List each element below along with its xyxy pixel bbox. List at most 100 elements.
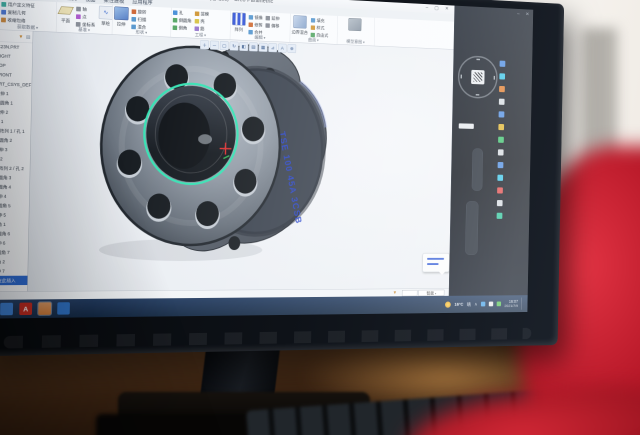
taskbar-app-icon[interactable] (57, 302, 70, 314)
status-filter-icon[interactable]: ▼ (393, 290, 397, 295)
tree-item[interactable]: 阵列 2 / 孔 2 (0, 163, 30, 173)
taskbar-apps: A (0, 302, 70, 315)
graphics-toolbar-icon[interactable]: － (210, 41, 219, 50)
group-get-data: 用户定义特征 复制几何 收缩包络 获取数据 (0, 0, 57, 32)
dock-tool-icon[interactable] (499, 111, 505, 117)
sketch-icon: ∿ (98, 6, 112, 20)
tree-item[interactable]: 拉伸 6 (0, 238, 28, 247)
group-engineering: 孔 倒圆角 倒角 拔模 壳 筋 工程 (170, 8, 230, 40)
offset-button[interactable]: 偏移 (265, 22, 279, 29)
dock-tool-icon[interactable] (497, 213, 503, 219)
datum-plane-button[interactable]: 平面 (58, 4, 73, 24)
graphics-toolbar-icon[interactable]: ▤ (249, 42, 258, 51)
dock-tool-icon[interactable] (498, 149, 504, 155)
dock-close-button[interactable]: ✕ (526, 12, 530, 17)
tree-item[interactable]: 拉伸 7 (0, 266, 28, 276)
tree-item[interactable]: 倒角 1 (0, 220, 29, 230)
graphics-toolbar-icon[interactable]: A (278, 44, 287, 53)
tree-item[interactable]: 拉伸 3 (0, 144, 30, 154)
dock-tool-icon[interactable] (499, 99, 505, 105)
group-model-intent: 模型意图 (337, 16, 375, 46)
dock-tool-icon[interactable] (500, 61, 506, 67)
dock-tool-icon[interactable] (497, 175, 503, 181)
udf-button[interactable]: 用户定义特征 (1, 1, 35, 9)
photo-of-workstation: 4SC23N (活动的) - Creo Parametric – ▢ ✕ (0, 0, 640, 435)
datum-point-button[interactable]: 点 (76, 13, 96, 20)
system-tray: 16°C 晴 ∧ 16:07 2021/7/9 (445, 295, 524, 313)
dock-label-chip (459, 123, 474, 129)
taskbar-app-icon[interactable] (0, 303, 13, 316)
dock-tool-icon[interactable] (497, 187, 503, 193)
tree-item[interactable]: ◆ 在此插入 (0, 276, 27, 286)
minimize-button[interactable]: – (426, 5, 429, 10)
tray-expand-icon[interactable]: ∧ (474, 301, 477, 306)
datum-axis-button[interactable]: 轴 (76, 6, 96, 13)
hole-button[interactable]: 孔 (173, 9, 192, 16)
extrude-button[interactable]: 拉伸 (114, 6, 129, 27)
trim-button[interactable]: 修剪 (249, 21, 263, 28)
3d-model-viewport[interactable]: TSE 100 45A 3CSB (27, 31, 453, 291)
weather-temperature[interactable]: 16°C (454, 302, 463, 307)
copy-geometry-button[interactable]: 复制几何 (1, 9, 35, 17)
dock-tool-icon[interactable] (498, 162, 504, 168)
revolve-button[interactable]: 旋转 (132, 8, 147, 15)
maximize-button[interactable]: ▢ (434, 6, 438, 11)
sketch-button[interactable]: ∿草绘 (98, 6, 113, 27)
tree-item[interactable]: 倒圆角 3 (0, 173, 30, 183)
tree-item[interactable]: 孔 2 (0, 154, 30, 164)
taskbar-app-icon[interactable] (38, 302, 51, 315)
tree-item[interactable]: 拉伸 4 (0, 191, 29, 201)
tree-item[interactable]: 倒圆角 2 (0, 135, 30, 145)
graphics-toolbar-icon[interactable]: ⊕ (287, 44, 296, 53)
tray-volume-icon[interactable] (489, 302, 493, 307)
taskbar-app-icon[interactable]: A (19, 303, 32, 316)
model-intent-button[interactable] (348, 18, 361, 31)
notification-bubble[interactable] (422, 253, 449, 272)
taskbar-clock[interactable]: 16:07 2021/7/9 (504, 299, 518, 308)
right-dock-panel: – ✕ (449, 6, 533, 296)
boundary-blend-button[interactable]: 边界混合 (292, 15, 309, 35)
dock-tool-icon[interactable] (499, 86, 505, 92)
dock-button-lower[interactable] (465, 201, 478, 255)
weather-sun-icon[interactable] (445, 301, 451, 307)
dock-tool-icon[interactable] (498, 137, 504, 143)
shell-button[interactable]: 壳 (194, 18, 208, 25)
tray-app-icon[interactable] (481, 302, 485, 307)
draft-button[interactable]: 拔模 (195, 10, 209, 17)
tree-item[interactable]: 拉伸 5 (0, 210, 29, 220)
group-datum: 平面 轴 点 坐标系 ∿草绘 基准 (56, 2, 113, 34)
graphics-toolbar-icon[interactable]: ▦ (259, 43, 268, 52)
extrude-icon (114, 6, 129, 20)
group-surfaces: 边界混合 填充 样式 自由式 曲面 (290, 14, 338, 45)
dock-minimize-button[interactable]: – (517, 11, 520, 16)
tree-settings-icon[interactable]: ▤ (26, 34, 31, 40)
mirror-button[interactable]: 镜像 (249, 14, 263, 21)
show-desktop-button[interactable] (521, 298, 524, 310)
graphics-toolbar-icon[interactable]: ⊿ (268, 43, 277, 52)
dock-button-upper[interactable] (472, 148, 483, 191)
tree-item[interactable]: 倒圆角 4 (0, 182, 29, 192)
tree-item[interactable]: 倒圆角 7 (0, 248, 28, 257)
tray-network-icon[interactable] (497, 301, 501, 306)
pattern-button[interactable]: 阵列 (232, 12, 246, 32)
extend-button[interactable]: 延伸 (266, 15, 280, 22)
round-button[interactable]: 倒圆角 (173, 17, 192, 24)
graphics-toolbar-icon[interactable]: ▢ (220, 41, 229, 50)
graphics-toolbar-icon[interactable]: ＋ (200, 40, 209, 49)
fill-button[interactable]: 填充 (311, 17, 329, 24)
graphics-toolbar-icon[interactable]: ↻ (230, 41, 239, 50)
tree-item[interactable]: 倒圆角 5 (0, 201, 29, 211)
group-editing: 阵列 镜像 修剪 合并 延伸 偏移 编辑 (230, 11, 291, 42)
graphics-toolbar-icon[interactable]: ◧ (239, 42, 248, 51)
dock-tool-icon[interactable] (498, 124, 504, 130)
tree-filter-icon[interactable]: ▼ (19, 34, 24, 39)
compass-dial[interactable] (458, 55, 498, 99)
close-button[interactable]: ✕ (445, 6, 449, 11)
tree-item[interactable]: 倒圆角 6 (0, 229, 28, 239)
dock-tool-icon[interactable] (499, 73, 505, 79)
weather-condition[interactable]: 晴 (467, 301, 471, 307)
sweep-button[interactable]: 扫描 (131, 16, 146, 23)
dock-tool-icon[interactable] (497, 200, 503, 206)
tree-item[interactable]: 倒角 2 (0, 257, 28, 266)
style-button[interactable]: 样式 (311, 24, 329, 31)
